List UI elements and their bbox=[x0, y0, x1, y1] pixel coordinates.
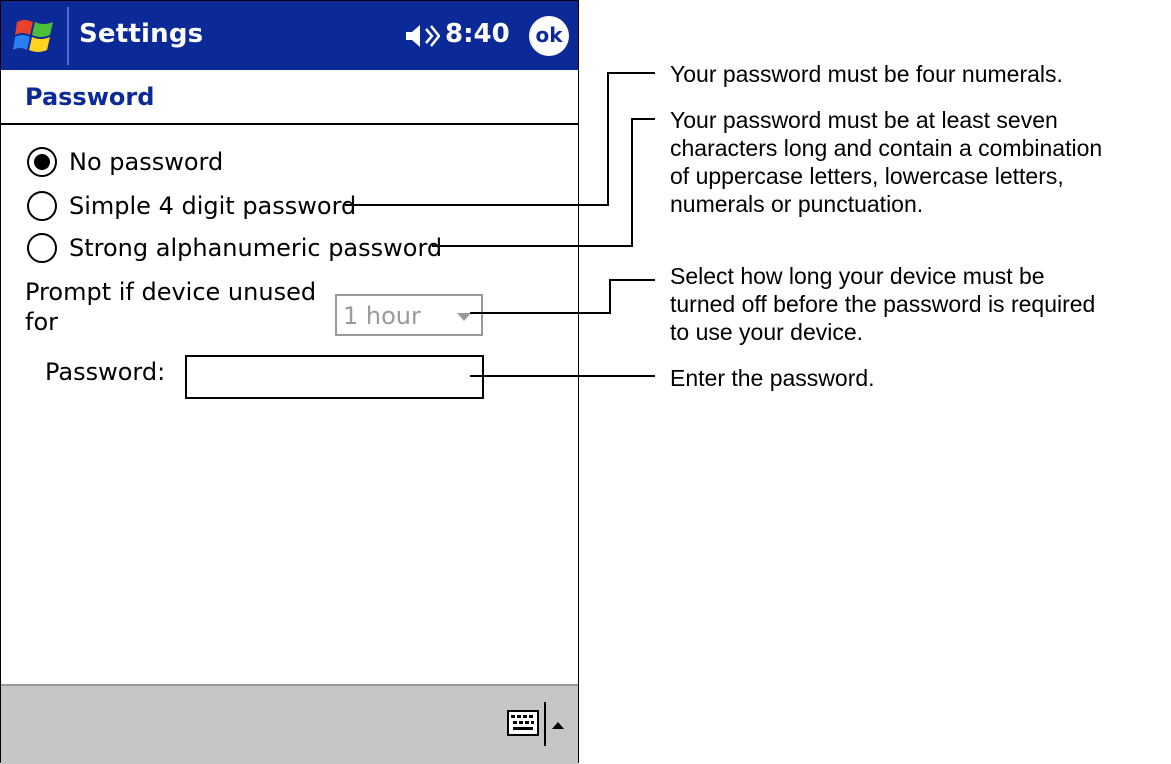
option-no-password[interactable]: No password bbox=[27, 144, 223, 180]
pocketpc-screen: Settings 8:40 ok Password No password Si… bbox=[0, 0, 579, 764]
keyboard-icon[interactable] bbox=[507, 710, 539, 736]
window-title: Settings bbox=[79, 19, 204, 49]
callout-line: Your password must be four numerals. bbox=[670, 61, 1063, 87]
option-strong-password[interactable]: Strong alphanumeric password bbox=[27, 230, 442, 266]
title-bar: Settings 8:40 ok bbox=[1, 1, 578, 70]
callout-strong-password: Your password must be at least seven cha… bbox=[670, 106, 1102, 218]
leader-line bbox=[609, 279, 655, 281]
page-title: Password bbox=[25, 83, 155, 111]
leader-line bbox=[607, 72, 655, 74]
callout-line: numerals or punctuation. bbox=[670, 191, 924, 217]
windows-flag-icon bbox=[13, 20, 53, 52]
speaker-icon[interactable] bbox=[404, 23, 440, 49]
leader-line bbox=[470, 375, 655, 377]
leader-line bbox=[470, 312, 611, 314]
leader-line bbox=[345, 204, 609, 206]
option-label: Simple 4 digit password bbox=[69, 192, 357, 220]
leader-line bbox=[607, 72, 609, 206]
callout-line: characters long and contain a combinatio… bbox=[670, 135, 1103, 161]
radio-button[interactable] bbox=[27, 191, 57, 221]
leader-line bbox=[432, 245, 633, 247]
prompt-label-line: Prompt if device unused bbox=[25, 278, 317, 306]
callout-line: turned off before the password is requir… bbox=[670, 291, 1096, 317]
leader-line bbox=[631, 118, 633, 247]
radio-button[interactable] bbox=[27, 147, 57, 177]
prompt-label-line: for bbox=[25, 308, 58, 336]
option-label: Strong alphanumeric password bbox=[69, 234, 443, 262]
callout-simple-password: Your password must be four numerals. bbox=[670, 60, 1063, 88]
start-button[interactable] bbox=[5, 7, 69, 65]
leader-line bbox=[609, 279, 611, 314]
up-arrow-icon[interactable] bbox=[552, 722, 564, 729]
chevron-down-icon bbox=[457, 313, 471, 321]
callout-prompt-timeout: Select how long your device must be turn… bbox=[670, 262, 1095, 346]
callout-line: Select how long your device must be bbox=[670, 263, 1045, 289]
ok-button[interactable]: ok bbox=[529, 16, 569, 56]
bottom-menu-bar bbox=[1, 684, 578, 764]
callout-line: Your password must be at least seven bbox=[670, 107, 1058, 133]
prompt-timeout-dropdown[interactable]: 1 hour bbox=[335, 294, 483, 336]
leader-line bbox=[631, 118, 655, 120]
title-divider bbox=[1, 123, 578, 125]
clock[interactable]: 8:40 bbox=[445, 19, 510, 49]
callout-enter-password: Enter the password. bbox=[670, 364, 875, 392]
password-label: Password: bbox=[45, 358, 166, 386]
option-simple-password[interactable]: Simple 4 digit password bbox=[27, 188, 356, 224]
prompt-label: Prompt if device unused for bbox=[25, 277, 325, 337]
callout-line: Enter the password. bbox=[670, 365, 875, 391]
divider bbox=[544, 702, 546, 746]
callout-line: to use your device. bbox=[670, 319, 864, 345]
dropdown-value: 1 hour bbox=[343, 302, 421, 330]
option-label: No password bbox=[69, 148, 224, 176]
radio-button[interactable] bbox=[27, 233, 57, 263]
password-field[interactable] bbox=[185, 355, 484, 399]
callout-line: of uppercase letters, lowercase letters, bbox=[670, 163, 1064, 189]
